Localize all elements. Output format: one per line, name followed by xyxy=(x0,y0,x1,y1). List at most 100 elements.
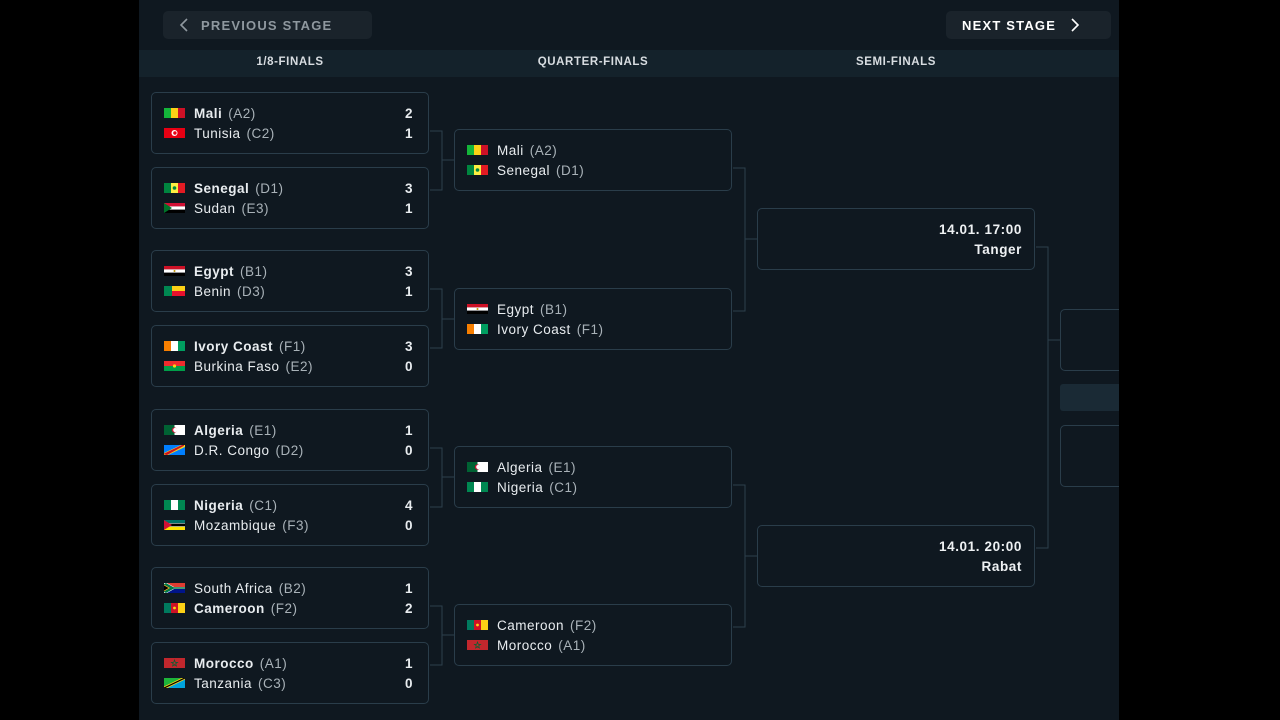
team-group: (B1) xyxy=(540,301,568,317)
benin-flag-icon xyxy=(164,286,185,296)
team-score: 1 xyxy=(404,283,413,299)
round-of-16-match-card[interactable]: South Africa (B2) 1 Cameroon (F2) 2 xyxy=(151,567,429,629)
tab-semi-finals[interactable]: SEMI-FINALS xyxy=(856,50,936,77)
team-score: 0 xyxy=(404,517,413,533)
match-date-time: 14.01. 17:00 xyxy=(938,222,1022,237)
final-match-card[interactable] xyxy=(1060,309,1119,371)
semi-final-match-card[interactable]: 14.01. 20:00 Rabat xyxy=(757,525,1035,587)
team-name: Tanzania xyxy=(194,675,253,691)
team-name: Ivory Coast xyxy=(497,321,571,337)
team-row: Ivory Coast (F1) 3 xyxy=(164,336,416,356)
quarter-final-match-card[interactable]: Mali (A2) Senegal (D1) xyxy=(454,129,732,191)
sudan-flag-icon xyxy=(164,203,185,213)
cameroon-flag-icon xyxy=(467,620,488,630)
quarter-final-match-card[interactable]: Algeria (E1) Nigeria (C1) xyxy=(454,446,732,508)
algeria-flag-icon xyxy=(467,462,488,472)
south-africa-flag-icon xyxy=(164,583,185,593)
team-name: Senegal xyxy=(497,162,551,178)
chevron-right-icon xyxy=(1071,18,1080,32)
bracket-connector xyxy=(430,288,443,349)
team-name: Cameroon xyxy=(497,617,565,633)
nigeria-flag-icon xyxy=(467,482,488,492)
next-stage-button[interactable]: NEXT STAGE xyxy=(946,11,1111,39)
team-score: 1 xyxy=(404,422,413,438)
tab-quarter-finals[interactable]: QUARTER-FINALS xyxy=(538,50,649,77)
mali-flag-icon xyxy=(467,145,488,155)
morocco-flag-icon xyxy=(164,658,185,668)
morocco-flag-icon xyxy=(467,640,488,650)
team-score: 2 xyxy=(404,105,413,121)
team-score: 1 xyxy=(404,655,413,671)
team-group: (C3) xyxy=(258,675,287,691)
team-name: Cameroon xyxy=(194,600,265,616)
team-name: Senegal xyxy=(194,180,250,196)
previous-stage-label: PREVIOUS STAGE xyxy=(201,17,333,33)
team-row: Algeria (E1) xyxy=(467,457,719,477)
tanzania-flag-icon xyxy=(164,678,185,688)
team-group: (F2) xyxy=(570,617,597,633)
cameroon-flag-icon xyxy=(164,603,185,613)
team-name: South Africa xyxy=(194,580,273,596)
team-score: 4 xyxy=(404,497,413,513)
team-name: Mali xyxy=(194,105,223,121)
team-group: (C1) xyxy=(249,497,278,513)
team-score: 0 xyxy=(404,358,413,374)
round-of-16-match-card[interactable]: Ivory Coast (F1) 3 Burkina Faso (E2) 0 xyxy=(151,325,429,387)
third-place-match-card[interactable] xyxy=(1060,425,1119,487)
team-group: (E1) xyxy=(249,422,277,438)
team-group: (B2) xyxy=(278,580,307,596)
team-score: 3 xyxy=(404,180,413,196)
algeria-flag-icon xyxy=(164,425,185,435)
team-row: Sudan (E3) 1 xyxy=(164,198,416,218)
egypt-flag-icon xyxy=(467,304,488,314)
round-of-16-match-card[interactable]: Egypt (B1) 3 Benin (D3) 1 xyxy=(151,250,429,312)
team-row: South Africa (B2) 1 xyxy=(164,578,416,598)
match-date-time: 14.01. 20:00 xyxy=(938,539,1022,554)
ivory-coast-flag-icon xyxy=(467,324,488,334)
team-row: Cameroon (F2) 2 xyxy=(164,598,416,618)
previous-stage-button[interactable]: PREVIOUS STAGE xyxy=(163,11,372,39)
team-score: 2 xyxy=(404,600,413,616)
team-row: Algeria (E1) 1 xyxy=(164,420,416,440)
team-score: 0 xyxy=(404,675,413,691)
round-of-16-match-card[interactable]: Nigeria (C1) 4 Mozambique (F3) 0 xyxy=(151,484,429,546)
team-name: Ivory Coast xyxy=(194,338,274,354)
team-score: 3 xyxy=(404,338,413,354)
bracket-connector xyxy=(430,605,443,666)
bracket-connector xyxy=(430,447,443,508)
team-name: Algeria xyxy=(497,459,543,475)
team-row: Senegal (D1) 3 xyxy=(164,178,416,198)
team-row: Nigeria (C1) xyxy=(467,477,719,497)
team-group: (E3) xyxy=(241,200,270,216)
bracket-panel: PREVIOUS STAGE NEXT STAGE 1/8-FINALS QUA… xyxy=(139,0,1119,720)
round-of-16-match-card[interactable]: Senegal (D1) 3 Sudan (E3) 1 xyxy=(151,167,429,229)
bracket-connector xyxy=(1036,246,1049,549)
team-group: (F2) xyxy=(270,600,298,616)
third-place-label-bar xyxy=(1060,384,1119,411)
team-score: 1 xyxy=(404,200,413,216)
stage-tabs: 1/8-FINALS QUARTER-FINALS SEMI-FINALS xyxy=(139,50,1119,77)
quarter-final-match-card[interactable]: Cameroon (F2) Morocco (A1) xyxy=(454,604,732,666)
round-of-16-match-card[interactable]: Mali (A2) 2 Tunisia (C2) 1 xyxy=(151,92,429,154)
round-of-16-match-card[interactable]: Morocco (A1) 1 Tanzania (C3) 0 xyxy=(151,642,429,704)
quarter-final-match-card[interactable]: Egypt (B1) Ivory Coast (F1) xyxy=(454,288,732,350)
team-name: Algeria xyxy=(194,422,244,438)
team-name: Morocco xyxy=(194,655,254,671)
round-of-16-match-card[interactable]: Algeria (E1) 1 D.R. Congo (D2) 0 xyxy=(151,409,429,471)
team-name: Nigeria xyxy=(497,479,544,495)
team-group: (A2) xyxy=(529,142,558,158)
team-row: Morocco (A1) 1 xyxy=(164,653,416,673)
team-row: Morocco (A1) xyxy=(467,635,719,655)
tab-round-of-16[interactable]: 1/8-FINALS xyxy=(256,50,323,77)
semi-final-match-card[interactable]: 14.01. 17:00 Tanger xyxy=(757,208,1035,270)
team-row: Ivory Coast (F1) xyxy=(467,319,719,339)
next-stage-label: NEXT STAGE xyxy=(962,17,1057,33)
team-score: 1 xyxy=(404,580,413,596)
team-name: Morocco xyxy=(497,637,553,653)
senegal-flag-icon xyxy=(164,183,185,193)
team-row: Egypt (B1) xyxy=(467,299,719,319)
team-row: Burkina Faso (E2) 0 xyxy=(164,356,416,376)
senegal-flag-icon xyxy=(467,165,488,175)
mozambique-flag-icon xyxy=(164,520,185,530)
team-group: (F3) xyxy=(282,517,310,533)
